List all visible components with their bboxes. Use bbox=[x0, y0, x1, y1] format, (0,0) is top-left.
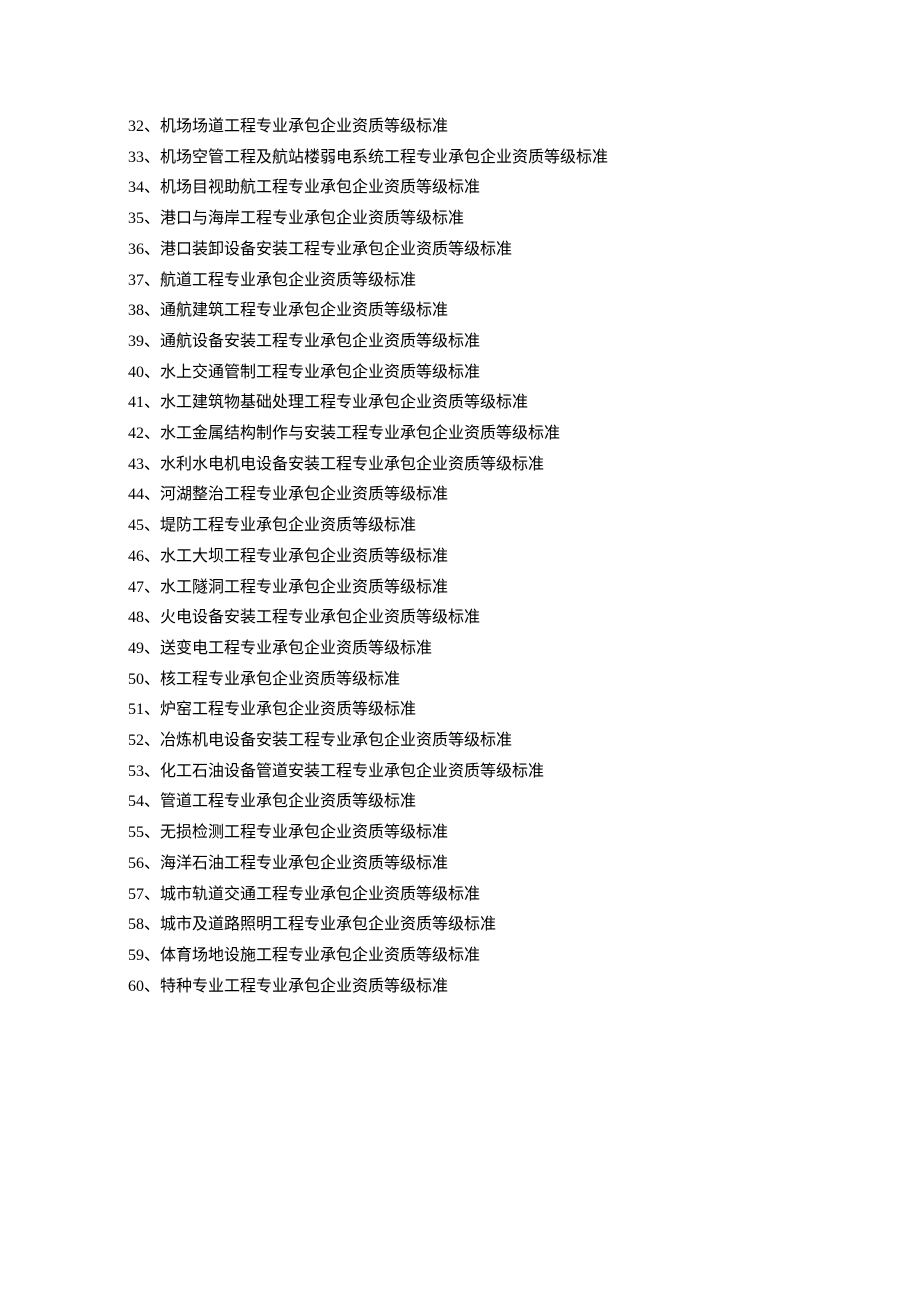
list-item: 49、送变电工程专业承包企业资质等级标准 bbox=[128, 634, 920, 665]
list-item: 35、港口与海岸工程专业承包企业资质等级标准 bbox=[128, 204, 920, 235]
list-item: 45、堤防工程专业承包企业资质等级标准 bbox=[128, 511, 920, 542]
list-item: 39、通航设备安装工程专业承包企业资质等级标准 bbox=[128, 327, 920, 358]
list-item: 38、通航建筑工程专业承包企业资质等级标准 bbox=[128, 296, 920, 327]
list-item: 54、管道工程专业承包企业资质等级标准 bbox=[128, 787, 920, 818]
list-item: 43、水利水电机电设备安装工程专业承包企业资质等级标准 bbox=[128, 450, 920, 481]
list-item: 55、无损检测工程专业承包企业资质等级标准 bbox=[128, 818, 920, 849]
list-item: 57、城市轨道交通工程专业承包企业资质等级标准 bbox=[128, 880, 920, 911]
list-item: 47、水工隧洞工程专业承包企业资质等级标准 bbox=[128, 573, 920, 604]
list-item: 59、体育场地设施工程专业承包企业资质等级标准 bbox=[128, 941, 920, 972]
list-item: 51、炉窑工程专业承包企业资质等级标准 bbox=[128, 695, 920, 726]
list-item: 44、河湖整治工程专业承包企业资质等级标准 bbox=[128, 480, 920, 511]
list-item: 41、水工建筑物基础处理工程专业承包企业资质等级标准 bbox=[128, 388, 920, 419]
list-item: 48、火电设备安装工程专业承包企业资质等级标准 bbox=[128, 603, 920, 634]
list-item: 60、特种专业工程专业承包企业资质等级标准 bbox=[128, 972, 920, 1003]
list-item: 46、水工大坝工程专业承包企业资质等级标准 bbox=[128, 542, 920, 573]
list-item: 42、水工金属结构制作与安装工程专业承包企业资质等级标准 bbox=[128, 419, 920, 450]
list-item: 58、城市及道路照明工程专业承包企业资质等级标准 bbox=[128, 910, 920, 941]
list-item: 32、机场场道工程专业承包企业资质等级标准 bbox=[128, 112, 920, 143]
list-item: 53、化工石油设备管道安装工程专业承包企业资质等级标准 bbox=[128, 757, 920, 788]
list-item: 40、水上交通管制工程专业承包企业资质等级标准 bbox=[128, 358, 920, 389]
list-item: 56、海洋石油工程专业承包企业资质等级标准 bbox=[128, 849, 920, 880]
list-item: 52、冶炼机电设备安装工程专业承包企业资质等级标准 bbox=[128, 726, 920, 757]
list-item: 36、港口装卸设备安装工程专业承包企业资质等级标准 bbox=[128, 235, 920, 266]
document-list: 32、机场场道工程专业承包企业资质等级标准 33、机场空管工程及航站楼弱电系统工… bbox=[128, 112, 920, 1002]
list-item: 50、核工程专业承包企业资质等级标准 bbox=[128, 665, 920, 696]
list-item: 34、机场目视助航工程专业承包企业资质等级标准 bbox=[128, 173, 920, 204]
list-item: 37、航道工程专业承包企业资质等级标准 bbox=[128, 266, 920, 297]
list-item: 33、机场空管工程及航站楼弱电系统工程专业承包企业资质等级标准 bbox=[128, 143, 920, 174]
